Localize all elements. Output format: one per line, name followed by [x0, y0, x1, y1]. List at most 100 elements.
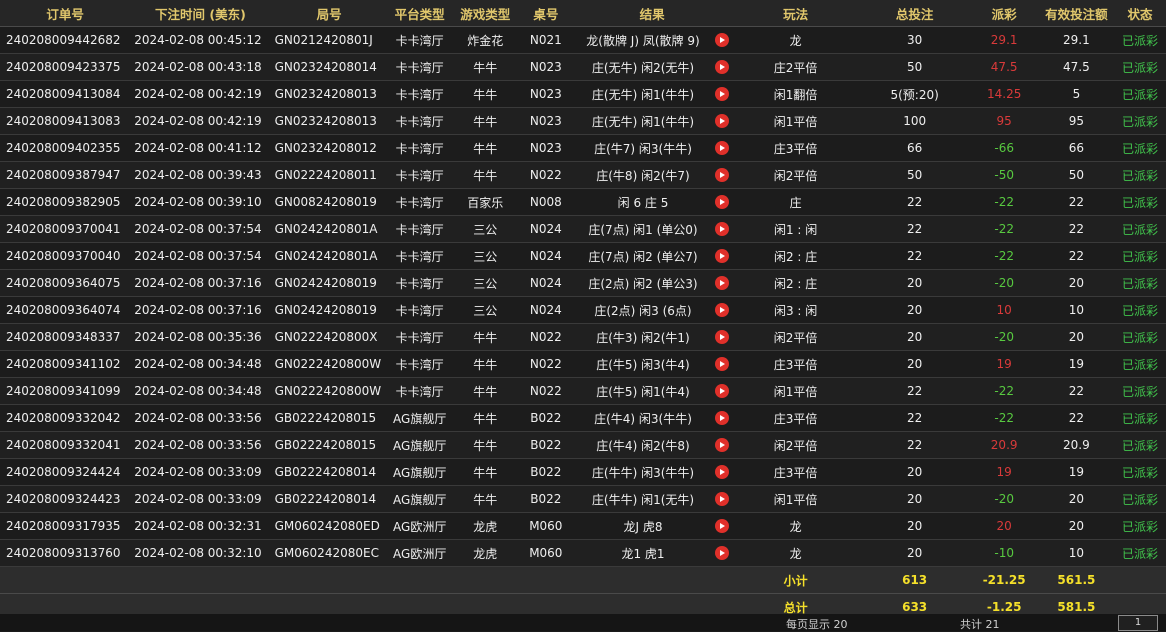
- game-type-cell: 三公: [451, 242, 519, 270]
- table-row[interactable]: 240208009348337 2024-02-08 00:35:36 GN0222…: [0, 323, 1166, 351]
- col-header-platform[interactable]: 平台类型: [387, 0, 452, 27]
- col-header-bet-time[interactable]: 下注时间 (美东): [130, 0, 271, 27]
- bet-time-cell: 2024-02-08 00:41:12: [130, 134, 271, 162]
- play-video-icon[interactable]: [715, 114, 730, 129]
- col-header-result[interactable]: 结果: [572, 0, 732, 27]
- table-row[interactable]: 240208009370041 2024-02-08 00:37:54 GN0242…: [0, 215, 1166, 243]
- play-video-icon[interactable]: [715, 492, 730, 507]
- game-type-cell: 牛牛: [451, 161, 519, 189]
- total-bet-cell: 100: [859, 107, 970, 135]
- order-no-cell: 240208009402355: [0, 134, 131, 162]
- col-header-round-no[interactable]: 局号: [270, 0, 388, 27]
- result-cell: 庄(无牛) 闲2(无牛): [572, 53, 714, 81]
- table-row[interactable]: 240208009370040 2024-02-08 00:37:54 GN0242…: [0, 242, 1166, 270]
- bet-time-cell: 2024-02-08 00:39:43: [130, 161, 271, 189]
- play-video-icon[interactable]: [715, 276, 730, 291]
- round-no-cell: GB02224208014: [270, 485, 388, 513]
- play-video-icon[interactable]: [715, 546, 730, 561]
- status-cell: 已派彩: [1114, 458, 1166, 486]
- payout-cell: -20: [969, 485, 1039, 513]
- bet-time-cell: 2024-02-08 00:42:19: [130, 107, 271, 135]
- play-video-icon[interactable]: [715, 87, 730, 102]
- round-no-cell: GN02424208019: [270, 296, 388, 324]
- table-row[interactable]: 240208009313760 2024-02-08 00:32:10 GM0602…: [0, 539, 1166, 567]
- table-row[interactable]: 240208009341102 2024-02-08 00:34:48 GN0222…: [0, 350, 1166, 378]
- col-header-order-no[interactable]: 订单号: [0, 0, 131, 27]
- table-row[interactable]: 240208009413084 2024-02-08 00:42:19 GN0232…: [0, 80, 1166, 108]
- game-type-cell: 牛牛: [451, 107, 519, 135]
- play-video-icon[interactable]: [715, 195, 730, 210]
- status-cell: 已派彩: [1114, 431, 1166, 459]
- table-no-cell: N022: [518, 377, 573, 405]
- total-bet-cell: 20: [859, 485, 970, 513]
- play-video-icon[interactable]: [715, 357, 730, 372]
- play-video-icon[interactable]: [715, 330, 730, 345]
- col-header-payout[interactable]: 派彩: [969, 0, 1039, 27]
- subtotal-empty: [1114, 566, 1166, 594]
- table-row[interactable]: 240208009317935 2024-02-08 00:32:31 GM0602…: [0, 512, 1166, 540]
- valid-bet-cell: 10: [1038, 539, 1115, 567]
- play-video-icon[interactable]: [715, 519, 730, 534]
- replay-cell: [713, 512, 732, 540]
- table-row[interactable]: 240208009324423 2024-02-08 00:33:09 GB0222…: [0, 485, 1166, 513]
- table-row[interactable]: 240208009442682 2024-02-08 00:45:12 GN0212…: [0, 26, 1166, 54]
- table-row[interactable]: 240208009364074 2024-02-08 00:37:16 GN0242…: [0, 296, 1166, 324]
- platform-cell: 卡卡湾厅: [387, 26, 452, 54]
- table-row[interactable]: 240208009387947 2024-02-08 00:39:43 GN0222…: [0, 161, 1166, 189]
- col-header-game-type[interactable]: 游戏类型: [451, 0, 519, 27]
- table-row[interactable]: 240208009413083 2024-02-08 00:42:19 GN0232…: [0, 107, 1166, 135]
- table-row[interactable]: 240208009382905 2024-02-08 00:39:10 GN0082…: [0, 188, 1166, 216]
- bet-time-cell: 2024-02-08 00:32:31: [130, 512, 271, 540]
- total-bet-cell: 22: [859, 377, 970, 405]
- table-row[interactable]: 240208009324424 2024-02-08 00:33:09 GB0222…: [0, 458, 1166, 486]
- status-cell: 已派彩: [1114, 134, 1166, 162]
- payout-cell: 20: [969, 512, 1039, 540]
- platform-cell: AG旗舰厅: [387, 404, 452, 432]
- table-row[interactable]: 240208009423375 2024-02-08 00:43:18 GN0232…: [0, 53, 1166, 81]
- game-type-cell: 三公: [451, 269, 519, 297]
- table-row[interactable]: 240208009332041 2024-02-08 00:33:56 GB0222…: [0, 431, 1166, 459]
- play-video-icon[interactable]: [715, 465, 730, 480]
- play-video-icon[interactable]: [715, 411, 730, 426]
- play-type-cell: 闲1 : 闲: [731, 215, 860, 243]
- table-row[interactable]: 240208009402355 2024-02-08 00:41:12 GN0232…: [0, 134, 1166, 162]
- play-video-icon[interactable]: [715, 249, 730, 264]
- game-type-cell: 牛牛: [451, 458, 519, 486]
- bet-time-cell: 2024-02-08 00:43:18: [130, 53, 271, 81]
- page-goto-input[interactable]: 1: [1118, 615, 1158, 631]
- bet-time-cell: 2024-02-08 00:39:10: [130, 188, 271, 216]
- platform-cell: 卡卡湾厅: [387, 134, 452, 162]
- result-cell: 庄(牛5) 闲1(牛4): [572, 377, 714, 405]
- play-video-icon[interactable]: [715, 141, 730, 156]
- status-cell: 已派彩: [1114, 512, 1166, 540]
- round-no-cell: GM060242080ED: [270, 512, 388, 540]
- col-header-play-type[interactable]: 玩法: [731, 0, 860, 27]
- play-type-cell: 庄3平倍: [731, 458, 860, 486]
- order-no-cell: 240208009332042: [0, 404, 131, 432]
- table-row[interactable]: 240208009341099 2024-02-08 00:34:48 GN0222…: [0, 377, 1166, 405]
- col-header-total-bet[interactable]: 总投注: [859, 0, 970, 27]
- table-row[interactable]: 240208009332042 2024-02-08 00:33:56 GB0222…: [0, 404, 1166, 432]
- round-no-cell: GN0242420801A: [270, 242, 388, 270]
- play-video-icon[interactable]: [715, 222, 730, 237]
- page-size-select[interactable]: 每页显示 20: [786, 616, 848, 632]
- col-header-table-no[interactable]: 桌号: [518, 0, 573, 27]
- play-video-icon[interactable]: [715, 60, 730, 75]
- status-cell: 已派彩: [1114, 485, 1166, 513]
- game-type-cell: 牛牛: [451, 134, 519, 162]
- result-cell: 庄(2点) 闲3 (6点): [572, 296, 714, 324]
- col-header-status[interactable]: 状态: [1114, 0, 1166, 27]
- status-cell: 已派彩: [1114, 26, 1166, 54]
- play-type-cell: 闲2平倍: [731, 431, 860, 459]
- platform-cell: 卡卡湾厅: [387, 377, 452, 405]
- valid-bet-cell: 10: [1038, 296, 1115, 324]
- play-video-icon[interactable]: [715, 438, 730, 453]
- col-header-valid-bet[interactable]: 有效投注额: [1038, 0, 1115, 27]
- result-cell: 庄(牛8) 闲2(牛7): [572, 161, 714, 189]
- table-row[interactable]: 240208009364075 2024-02-08 00:37:16 GN0242…: [0, 269, 1166, 297]
- play-video-icon[interactable]: [715, 384, 730, 399]
- play-type-cell: 龙: [731, 26, 860, 54]
- play-video-icon[interactable]: [715, 168, 730, 183]
- play-video-icon[interactable]: [715, 33, 730, 48]
- play-video-icon[interactable]: [715, 303, 730, 318]
